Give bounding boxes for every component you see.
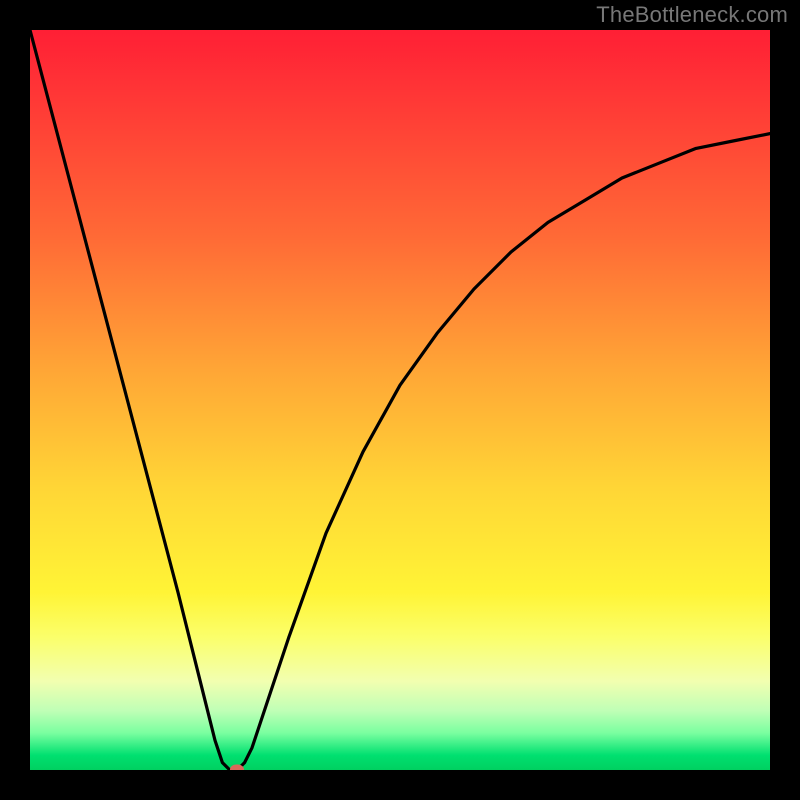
chart-container: TheBottleneck.com xyxy=(0,0,800,800)
plot-area xyxy=(30,30,770,770)
watermark-label: TheBottleneck.com xyxy=(596,2,788,28)
optimal-marker xyxy=(230,765,244,771)
bottleneck-curve xyxy=(30,30,770,770)
